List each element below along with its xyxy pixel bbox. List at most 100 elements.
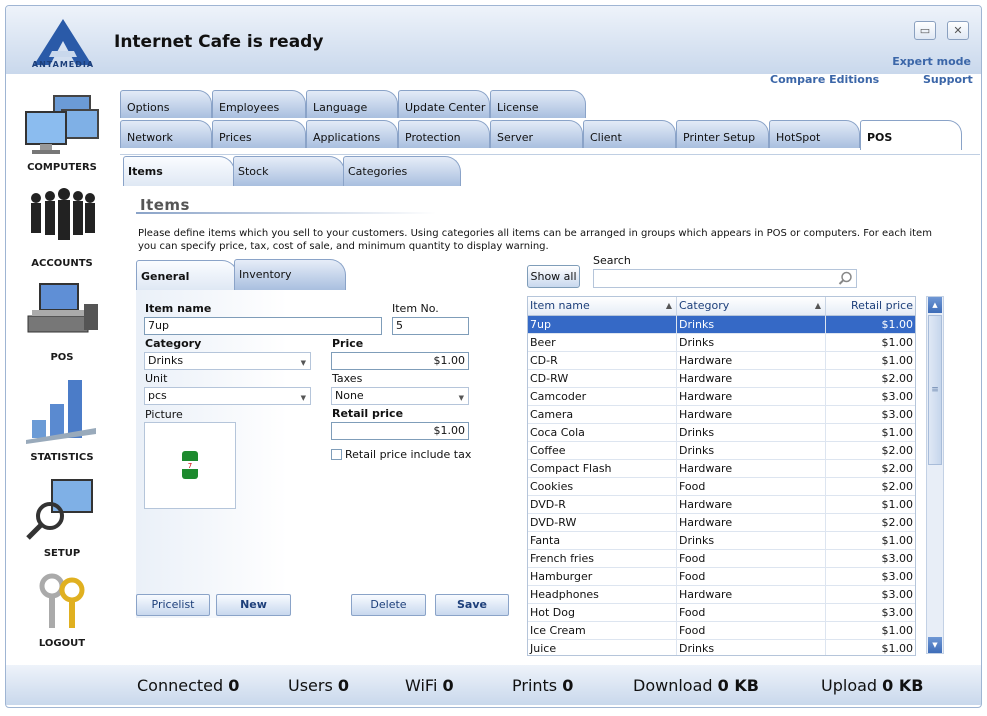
cell-item-name: Hot Dog — [528, 604, 677, 622]
delete-button[interactable]: Delete — [351, 594, 426, 616]
table-row[interactable]: Ice Cream Food $1.00 — [528, 622, 915, 640]
tab-employees[interactable]: Employees — [212, 90, 306, 118]
table-row[interactable]: 7up Drinks $1.00 — [528, 316, 915, 334]
tab-server[interactable]: Server — [490, 120, 583, 148]
status-users: Users 0 — [288, 676, 349, 695]
table-row[interactable]: Cookies Food $2.00 — [528, 478, 915, 496]
cell-retail-price: $1.00 — [881, 426, 914, 439]
minimize-button[interactable]: ▭ — [914, 21, 936, 40]
table-row[interactable]: DVD-R Hardware $1.00 — [528, 496, 915, 514]
tab-network[interactable]: Network — [120, 120, 212, 148]
cell-retail-price: $1.00 — [881, 318, 914, 331]
retail-price-input[interactable]: $1.00 — [331, 422, 469, 440]
table-row[interactable]: DVD-RW Hardware $2.00 — [528, 514, 915, 532]
header-category[interactable]: Category ▲ — [677, 297, 826, 316]
form-tab-inventory[interactable]: Inventory — [234, 259, 346, 290]
table-row[interactable]: Compact Flash Hardware $2.00 — [528, 460, 915, 478]
table-row[interactable]: Hot Dog Food $3.00 — [528, 604, 915, 622]
tab-prices[interactable]: Prices — [212, 120, 306, 148]
new-button[interactable]: New — [216, 594, 291, 616]
pos-icon — [27, 283, 98, 333]
subtab-categories[interactable]: Categories — [343, 156, 461, 186]
cell-retail-price: $2.00 — [881, 516, 914, 529]
pricelist-button[interactable]: Pricelist — [136, 594, 210, 616]
table-row[interactable]: Juice Drinks $1.00 — [528, 640, 915, 655]
status-connected-value: 0 — [228, 676, 240, 695]
cell-category: Hardware — [677, 460, 826, 478]
table-row[interactable]: Hamburger Food $3.00 — [528, 568, 915, 586]
table-row[interactable]: Coca Cola Drinks $1.00 — [528, 424, 915, 442]
header-retail-price[interactable]: Retail price — [826, 297, 915, 316]
cell-item-name: Coffee — [528, 442, 677, 460]
cell-retail-price: $1.00 — [881, 534, 914, 547]
item-no-input[interactable]: 5 — [392, 317, 469, 335]
save-button[interactable]: Save — [435, 594, 509, 616]
sidebar-item-setup[interactable]: SETUP — [6, 476, 118, 562]
tab-printer-setup[interactable]: Printer Setup — [676, 120, 769, 148]
sidebar-label-logout: LOGOUT — [38, 638, 86, 649]
scroll-up-icon[interactable]: ▲ — [928, 297, 942, 313]
sidebar-item-computers[interactable]: COMPUTERS — [6, 86, 118, 176]
tab-license[interactable]: License — [490, 90, 586, 118]
support-link[interactable]: Support — [923, 73, 973, 86]
tab-hotspot[interactable]: HotSpot — [769, 120, 860, 148]
item-picture[interactable]: 7 — [144, 422, 236, 509]
tab-client[interactable]: Client — [583, 120, 676, 148]
sidebar-item-pos[interactable]: POS — [6, 280, 118, 364]
sort-up-icon: ▲ — [665, 301, 672, 310]
cell-category: Hardware — [677, 370, 826, 388]
table-row[interactable]: French fries Food $3.00 — [528, 550, 915, 568]
table-scrollbar[interactable]: ▲ ≡ ▼ — [926, 296, 944, 654]
setup-icon — [26, 479, 93, 540]
tab-language[interactable]: Language — [306, 90, 398, 118]
subtab-items[interactable]: Items — [123, 156, 235, 186]
form-tab-general[interactable]: General — [136, 260, 238, 290]
tab-protection[interactable]: Protection — [398, 120, 490, 148]
subtab-stock[interactable]: Stock — [233, 156, 345, 186]
tab-applications[interactable]: Applications — [306, 120, 398, 148]
table-row[interactable]: Beer Drinks $1.00 — [528, 334, 915, 352]
table-row[interactable]: Headphones Hardware $3.00 — [528, 586, 915, 604]
taxes-select[interactable]: None ▼ — [331, 387, 469, 405]
close-button[interactable]: ✕ — [947, 21, 969, 40]
item-name-input[interactable]: 7up — [144, 317, 382, 335]
computers-icon — [25, 95, 99, 154]
price-input[interactable]: $1.00 — [331, 352, 469, 370]
cell-item-name: DVD-RW — [528, 514, 677, 532]
scroll-down-icon[interactable]: ▼ — [928, 637, 942, 653]
compare-editions-link[interactable]: Compare Editions — [770, 73, 879, 86]
status-prints-label: Prints — [512, 676, 558, 695]
app-title: Internet Cafe is ready — [114, 32, 324, 52]
cell-item-name: Compact Flash — [528, 460, 677, 478]
sort-up-icon: ▲ — [814, 301, 821, 310]
header-item-name[interactable]: Item name ▲ — [528, 297, 677, 316]
tab-options[interactable]: Options — [120, 90, 212, 118]
search-label: Search — [593, 254, 631, 267]
statistics-icon — [26, 380, 96, 444]
include-tax-checkbox[interactable] — [331, 449, 342, 460]
table-row[interactable]: Coffee Drinks $2.00 — [528, 442, 915, 460]
table-row[interactable]: CD-R Hardware $1.00 — [528, 352, 915, 370]
status-upload-label: Upload — [821, 676, 878, 695]
cell-item-name: Ice Cream — [528, 622, 677, 640]
tab-update-center[interactable]: Update Center — [398, 90, 490, 118]
expert-mode-link[interactable]: Expert mode — [892, 55, 971, 68]
table-row[interactable]: Camera Hardware $3.00 — [528, 406, 915, 424]
cell-category: Hardware — [677, 406, 826, 424]
table-row[interactable]: Camcoder Hardware $3.00 — [528, 388, 915, 406]
show-all-button[interactable]: Show all — [527, 265, 580, 288]
table-row[interactable]: CD-RW Hardware $2.00 — [528, 370, 915, 388]
unit-select[interactable]: pcs ▼ — [144, 387, 311, 405]
search-icon[interactable] — [838, 271, 853, 286]
cell-category: Food — [677, 568, 826, 586]
cell-category: Food — [677, 478, 826, 496]
tab-pos[interactable]: POS — [860, 120, 962, 150]
table-row[interactable]: Fanta Drinks $1.00 — [528, 532, 915, 550]
sidebar-item-accounts[interactable]: ACCOUNTS — [6, 184, 118, 274]
category-select[interactable]: Drinks ▼ — [144, 352, 311, 370]
sidebar-item-statistics[interactable]: STATISTICS — [6, 374, 118, 464]
sidebar-item-logout[interactable]: LOGOUT — [6, 572, 118, 656]
cell-category: Food — [677, 604, 826, 622]
search-input[interactable] — [593, 269, 857, 288]
scroll-thumb[interactable]: ≡ — [928, 315, 942, 465]
